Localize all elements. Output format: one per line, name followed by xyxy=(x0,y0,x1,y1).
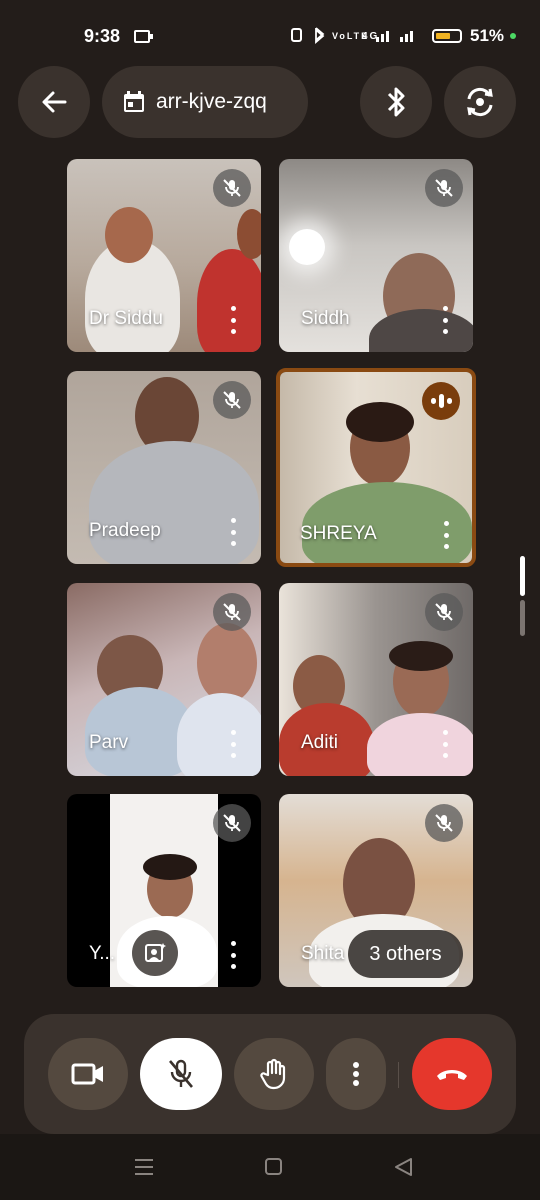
participant-tile[interactable]: Siddh xyxy=(279,159,473,352)
more-options-icon[interactable] xyxy=(229,306,237,334)
network-status-icon: VoLTE 4G xyxy=(291,27,413,44)
participant-name: Parv xyxy=(89,732,129,753)
others-chip[interactable]: 3 others xyxy=(348,930,463,978)
end-call-icon xyxy=(437,1070,467,1080)
calendar-icon xyxy=(124,91,144,112)
mic-off-icon xyxy=(425,804,463,842)
status-dot xyxy=(510,33,516,39)
back-nav-icon[interactable] xyxy=(395,1158,412,1176)
more-options-icon[interactable] xyxy=(229,730,237,758)
participant-tile[interactable]: Parv xyxy=(67,583,261,776)
meeting-code: arr-kjve-zqq xyxy=(156,90,267,113)
mic-off-icon xyxy=(425,169,463,207)
bluetooth-icon xyxy=(387,87,405,117)
scrollbar-track[interactable] xyxy=(520,600,525,636)
switch-camera-icon xyxy=(467,87,493,117)
divider xyxy=(398,1062,399,1088)
more-options-icon[interactable] xyxy=(229,941,237,969)
mic-off-icon xyxy=(213,593,251,631)
more-options-button[interactable] xyxy=(326,1038,386,1110)
mic-off-icon xyxy=(425,593,463,631)
scrollbar-thumb[interactable] xyxy=(520,556,525,596)
participant-name: Dr Siddu xyxy=(89,308,163,329)
participant-name: Shita xyxy=(301,943,345,964)
signal-icons: VoLTE 4G xyxy=(290,26,420,47)
meeting-info-button[interactable]: arr-kjve-zqq xyxy=(102,66,308,138)
end-call-button[interactable] xyxy=(412,1038,492,1110)
participant-name: Pradeep xyxy=(89,520,161,541)
system-navigation-bar xyxy=(0,1134,540,1200)
participant-name: Siddh xyxy=(301,308,350,329)
more-options-icon[interactable] xyxy=(441,730,449,758)
battery-percent: 51% xyxy=(470,26,505,45)
mic-off-icon xyxy=(213,381,251,419)
speaking-indicator-icon xyxy=(422,382,460,420)
participant-name: Y... xyxy=(89,943,116,964)
participant-name: SHREYA xyxy=(300,523,377,544)
more-options-icon[interactable] xyxy=(229,518,237,546)
more-options-icon[interactable] xyxy=(442,521,450,549)
participant-tile[interactable]: Aditi xyxy=(279,583,473,776)
battery-icon xyxy=(432,29,462,43)
participant-tile[interactable]: Pradeep xyxy=(67,371,261,564)
video-camera-icon xyxy=(71,1063,103,1085)
camera-toggle-button[interactable] xyxy=(48,1038,128,1110)
hand-icon xyxy=(260,1058,286,1090)
mic-off-icon xyxy=(213,804,251,842)
audio-output-button[interactable] xyxy=(360,66,432,138)
raise-hand-button[interactable] xyxy=(234,1038,314,1110)
status-bar: 9:38 VoLTE 4G 51% xyxy=(0,0,540,64)
participant-name: Aditi xyxy=(301,732,338,753)
effects-button[interactable] xyxy=(132,930,178,976)
arrow-left-icon xyxy=(42,91,67,113)
mic-off-icon xyxy=(169,1059,193,1088)
back-button[interactable] xyxy=(18,66,90,138)
recent-apps-icon[interactable] xyxy=(135,1159,153,1175)
screen-cast-icon xyxy=(134,30,153,43)
call-controls xyxy=(24,1014,516,1134)
mic-off-icon xyxy=(213,169,251,207)
microphone-toggle-button[interactable] xyxy=(140,1038,222,1110)
status-time: 9:38 xyxy=(84,26,121,46)
switch-camera-button[interactable] xyxy=(444,66,516,138)
home-icon[interactable] xyxy=(265,1158,282,1175)
more-options-icon[interactable] xyxy=(441,306,449,334)
portrait-sparkle-icon xyxy=(145,943,166,962)
more-vert-icon xyxy=(353,1062,359,1086)
participant-tile[interactable]: Dr Siddu xyxy=(67,159,261,352)
participant-tile-active[interactable]: SHREYA xyxy=(276,368,476,567)
